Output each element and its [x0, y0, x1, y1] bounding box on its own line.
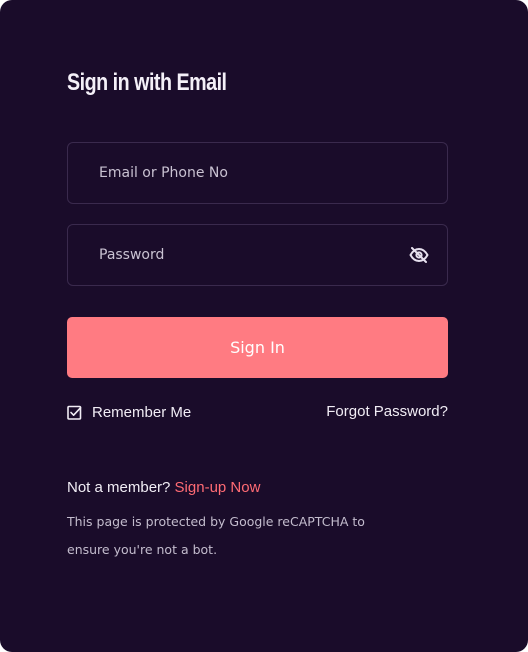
recaptcha-note: This page is protected by Google reCAPTC…	[67, 514, 365, 557]
signup-prompt: Not a member?	[67, 479, 175, 496]
signup-link[interactable]: Sign-up Now	[175, 479, 261, 496]
email-field[interactable]	[67, 142, 448, 204]
page-title: Sign in with Email	[67, 69, 227, 96]
remember-me-label: Remember Me	[92, 403, 192, 421]
sign-in-button[interactable]: Sign In	[67, 317, 448, 378]
forgot-password-link[interactable]: Forgot Password?	[326, 401, 448, 423]
signin-card: Sign in with Email Sign In Remember Me F…	[0, 0, 528, 652]
signup-row: Not a member? Sign-up Now	[67, 477, 260, 499]
password-input[interactable]	[99, 225, 407, 285]
eye-off-icon[interactable]	[407, 243, 431, 267]
checkbox-checked-icon[interactable]	[67, 405, 82, 420]
remember-me-option[interactable]: Remember Me	[67, 401, 191, 423]
email-input[interactable]	[99, 143, 429, 203]
password-field[interactable]	[67, 224, 448, 286]
